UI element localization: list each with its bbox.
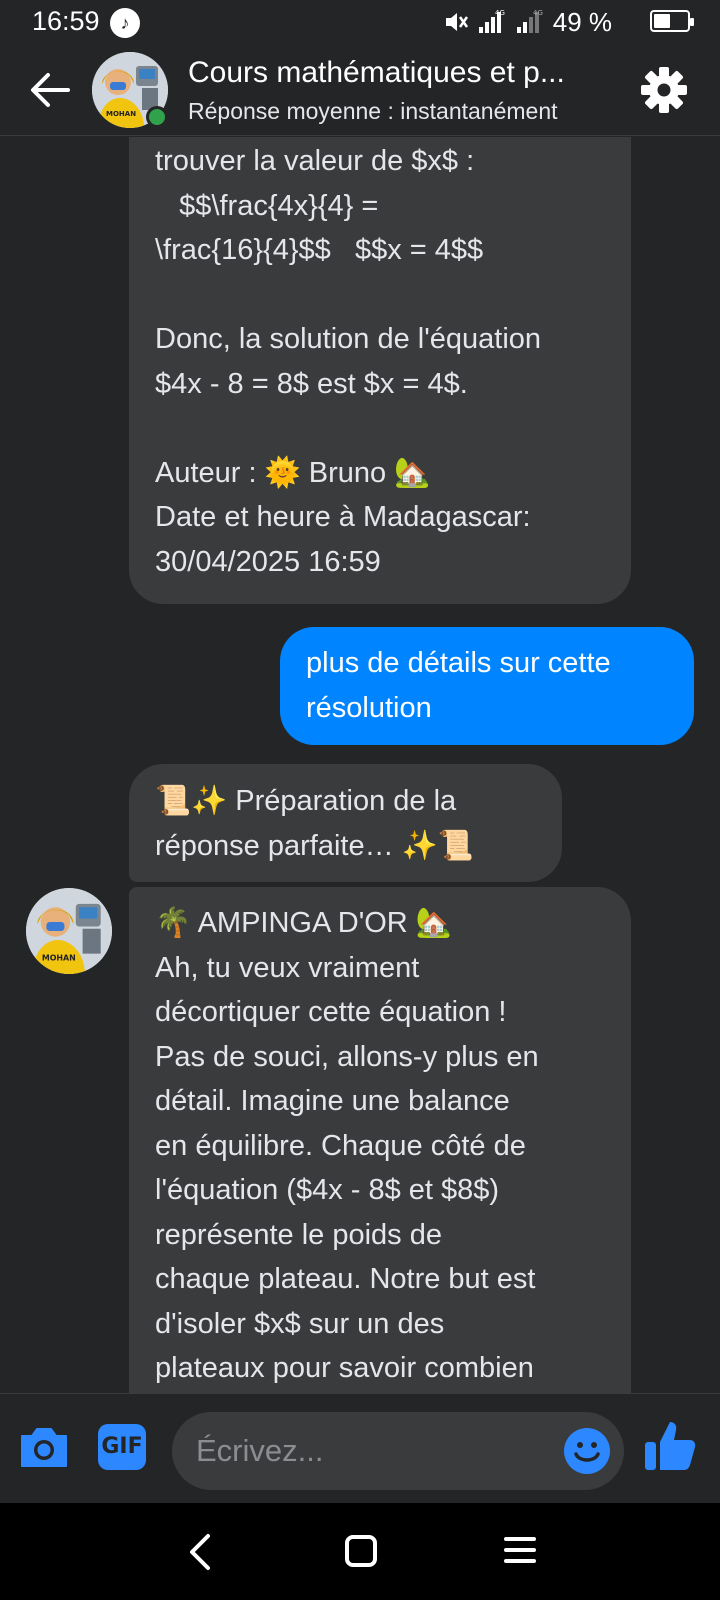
- message-line: $4x - 8 = 8$ est $x = 4$.: [155, 367, 468, 400]
- message-input[interactable]: [196, 1412, 526, 1490]
- message-line: décortiquer cette équation !: [155, 996, 507, 1028]
- message-line: 30/04/2025 16:59: [155, 545, 381, 578]
- smile-icon[interactable]: [562, 1426, 612, 1476]
- incoming-message-bubble[interactable]: 🌴 AMPINGA D'OR 🏡 Ah, tu veux vraiment déco…: [129, 887, 631, 1393]
- mute-icon: [445, 13, 468, 31]
- chat-header: MOHAN Cours mathématiques et p... Répons…: [0, 44, 720, 136]
- message-line: [155, 406, 605, 451]
- home-icon[interactable]: [344, 1534, 378, 1568]
- message-composer: GIF: [0, 1393, 720, 1503]
- avatar-illustration: MOHAN: [26, 888, 112, 974]
- battery-fill: [654, 14, 670, 28]
- battery-percent: 49 %: [552, 6, 612, 37]
- message-input-container[interactable]: [172, 1412, 624, 1490]
- message-line: chaque plateau. Notre but est: [155, 1263, 536, 1295]
- message-line: Date et heure à Madagascar:: [155, 501, 531, 533]
- message-line: détail. Imagine une balance: [155, 1085, 510, 1117]
- gear-icon[interactable]: [638, 64, 690, 116]
- message-line: Ah, tu veux vraiment: [155, 951, 420, 984]
- network-label-2: 4G: [533, 9, 543, 17]
- message-line: \frac{16}{4}$$ $$x = 4$$: [155, 234, 484, 266]
- message-line: trouver la valeur de $x$ :: [155, 145, 475, 177]
- tiktok-notification-icon: ♪: [110, 8, 140, 38]
- status-time: 16:59: [32, 6, 100, 36]
- incoming-message-bubble[interactable]: 📜✨ Préparation de la réponse parfaite… ✨…: [129, 764, 562, 882]
- system-nav-bar: [0, 1503, 720, 1600]
- message-line: Donc, la solution de l'équation: [155, 323, 542, 355]
- signal-icon-2: 4G: [516, 9, 543, 33]
- svg-text:MOHAN: MOHAN: [42, 953, 76, 962]
- back-icon[interactable]: [186, 1533, 216, 1571]
- message-line: Pas de souci, allons-y plus en: [155, 1040, 539, 1073]
- battery-icon: [650, 10, 694, 32]
- signal-icon-1: 4G: [478, 9, 505, 33]
- chat-subtitle: Réponse moyenne : instantanément: [188, 98, 558, 124]
- message-line: [155, 273, 605, 318]
- message-list[interactable]: trouver la valeur de $x$ : $$\frac{4x}{4…: [0, 137, 720, 1393]
- message-line: $$\frac{4x}{4} =: [155, 189, 379, 222]
- message-line: 🌴 AMPINGA D'OR 🏡: [155, 907, 452, 939]
- message-line: d'isoler $x$ sur un des: [155, 1307, 445, 1340]
- status-bar: 16:59 ♪ 4G 4G 49 %: [0, 0, 720, 44]
- back-arrow-icon[interactable]: [26, 68, 74, 112]
- sender-avatar[interactable]: MOHAN: [26, 888, 112, 974]
- incoming-message-bubble[interactable]: trouver la valeur de $x$ : $$\frac{4x}{4…: [129, 137, 631, 604]
- recents-icon[interactable]: [503, 1535, 537, 1565]
- message-line: l'équation ($4x - 8$ et $8$): [155, 1174, 500, 1206]
- gif-icon[interactable]: GIF: [98, 1424, 146, 1470]
- message-line: plateaux pour savoir combien: [155, 1352, 534, 1384]
- message-line: Auteur : 🌞 Bruno 🏡: [155, 456, 431, 489]
- camera-icon[interactable]: [18, 1424, 70, 1470]
- message-line: représente le poids de: [155, 1218, 442, 1251]
- svg-text:MOHAN: MOHAN: [106, 110, 136, 118]
- thumbs-up-icon[interactable]: [642, 1418, 698, 1474]
- message-line: en équilibre. Chaque côté de: [155, 1129, 526, 1162]
- online-status-dot: [146, 106, 168, 128]
- outgoing-message-bubble[interactable]: plus de détails sur cette résolution: [280, 627, 694, 745]
- chat-title[interactable]: Cours mathématiques et p...: [188, 56, 618, 90]
- network-label-1: 4G: [495, 9, 505, 17]
- status-indicators: 4G 4G 49 %: [443, 6, 674, 38]
